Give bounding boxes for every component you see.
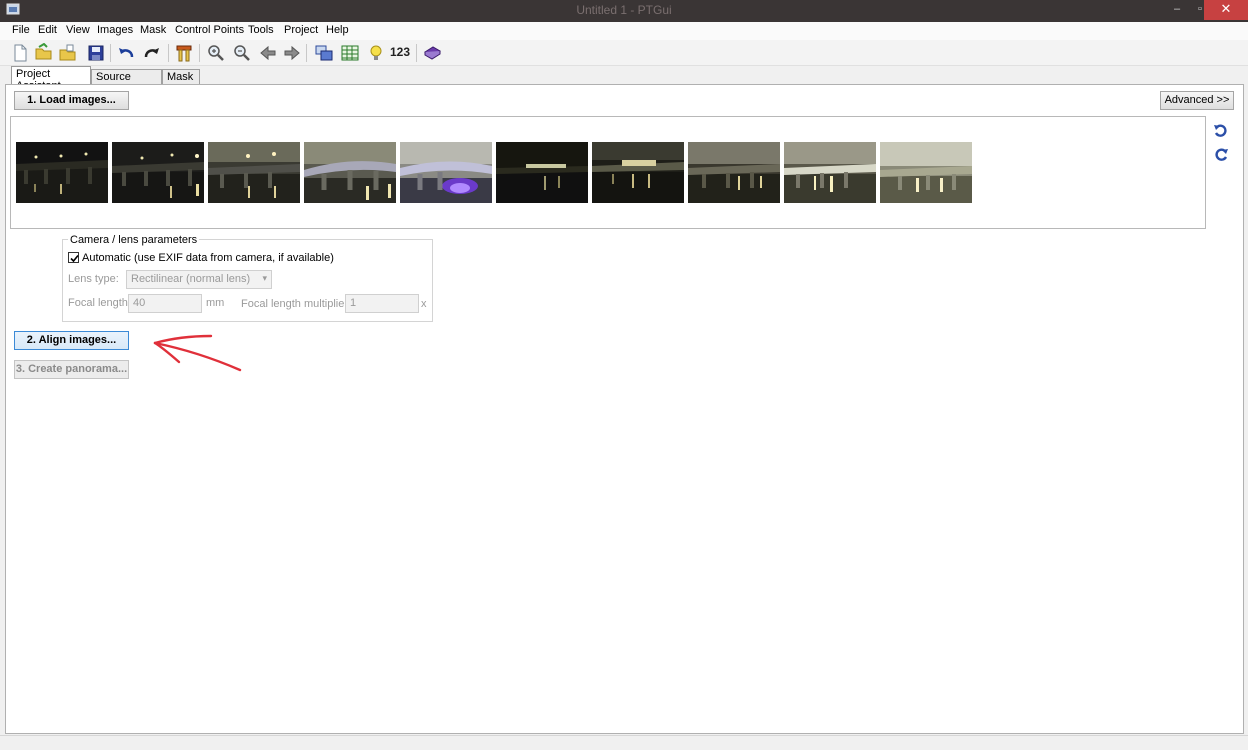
menu-bar: File Edit View Images Mask Control Point… [0, 22, 1248, 40]
ptgui-window: Untitled 1 - PTGui – ▫ ✕ File Edit View … [0, 0, 1248, 750]
menu-tools[interactable]: Tools [248, 24, 274, 36]
image-strip[interactable] [10, 116, 1206, 229]
tab-project-assistant[interactable]: Project Assistant [11, 66, 91, 92]
status-bar [0, 735, 1248, 750]
toolbar: 123 [0, 40, 1248, 66]
lens-type-label: Lens type: [68, 273, 119, 285]
menu-file[interactable]: File [12, 24, 30, 36]
rotate-right-icon[interactable] [1213, 147, 1229, 163]
redo-icon[interactable] [142, 43, 162, 63]
automatic-checkbox[interactable] [68, 252, 79, 263]
focal-length-field[interactable]: 40 [128, 294, 202, 313]
menu-project[interactable]: Project [284, 24, 318, 36]
annotation-arrow [153, 334, 242, 372]
rotate-left-icon[interactable] [1213, 123, 1229, 139]
image-thumbnail[interactable] [400, 142, 492, 203]
toolbar-separator [168, 44, 169, 62]
multiplier-unit: x [421, 298, 427, 310]
checkmark-icon [70, 254, 79, 263]
image-thumbnail[interactable] [112, 142, 204, 203]
title-bar: Untitled 1 - PTGui – ▫ ✕ [0, 0, 1248, 22]
lens-type-value: Rectilinear (normal lens) [131, 273, 251, 285]
image-thumbnail[interactable] [496, 142, 588, 203]
panorama-editor-icon[interactable] [314, 43, 334, 63]
menu-help[interactable]: Help [326, 24, 349, 36]
lightbulb-icon[interactable] [366, 43, 386, 63]
previous-icon[interactable] [258, 43, 278, 63]
image-thumbnail[interactable] [880, 142, 972, 203]
tab-source-images[interactable]: Source Images [91, 69, 162, 95]
multiplier-label: Focal length multiplier: [241, 298, 352, 310]
new-file-icon[interactable] [10, 43, 30, 63]
optimizer-icon[interactable] [174, 43, 194, 63]
menu-mask[interactable]: Mask [140, 24, 166, 36]
menu-view[interactable]: View [66, 24, 90, 36]
image-thumbnail[interactable] [304, 142, 396, 203]
menu-edit[interactable]: Edit [38, 24, 57, 36]
close-button[interactable]: ✕ [1204, 0, 1248, 20]
zoom-in-icon[interactable] [206, 43, 226, 63]
tab-mask[interactable]: Mask [162, 69, 200, 85]
image-thumbnail[interactable] [592, 142, 684, 203]
toolbar-separator [306, 44, 307, 62]
focal-length-label: Focal length: [68, 297, 131, 309]
image-thumbnail[interactable] [784, 142, 876, 203]
undo-icon[interactable] [116, 43, 136, 63]
camera-lens-legend: Camera / lens parameters [68, 234, 200, 246]
advanced-button[interactable]: Advanced >> [1160, 91, 1234, 110]
window-title: Untitled 1 - PTGui [576, 3, 672, 17]
chevron-down-icon: ▾ [262, 273, 267, 283]
control-point-table-icon[interactable] [340, 43, 360, 63]
next-icon[interactable] [282, 43, 302, 63]
toolbar-separator [416, 44, 417, 62]
automatic-label[interactable]: Automatic (use EXIF data from camera, if… [82, 252, 334, 264]
focal-length-unit: mm [206, 297, 225, 309]
toolbar-separator [110, 44, 111, 62]
open-folder-icon[interactable] [34, 43, 54, 63]
menu-images[interactable]: Images [97, 24, 133, 36]
menu-control-points[interactable]: Control Points [175, 24, 244, 36]
create-panorama-button[interactable]: 3. Create panorama... [14, 360, 129, 379]
load-images-button[interactable]: 1. Load images... [14, 91, 129, 110]
image-thumbnail[interactable] [688, 142, 780, 203]
multiplier-field[interactable]: 1 [345, 294, 419, 313]
lens-type-select[interactable]: Rectilinear (normal lens) ▾ [126, 270, 272, 289]
numbers-icon[interactable]: 123 [390, 45, 410, 59]
toolbar-separator [199, 44, 200, 62]
align-images-button[interactable]: 2. Align images... [14, 331, 129, 350]
image-thumbnail[interactable] [16, 142, 108, 203]
help-book-icon[interactable] [422, 43, 442, 63]
tab-strip: Project Assistant Source Images Mask [0, 66, 1248, 95]
save-icon[interactable] [86, 43, 106, 63]
zoom-out-icon[interactable] [232, 43, 252, 63]
image-thumbnail[interactable] [208, 142, 300, 203]
open-recent-icon[interactable] [58, 43, 78, 63]
